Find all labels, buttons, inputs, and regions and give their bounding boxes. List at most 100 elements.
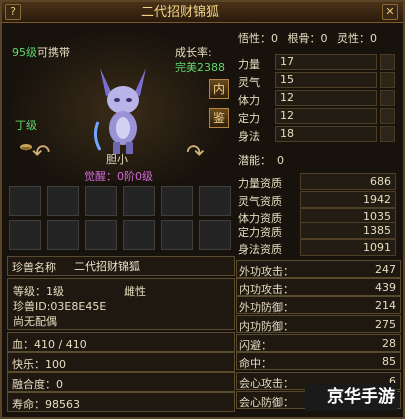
combat-stat-value: 85 [382,355,396,368]
combat-stat-label: 闪避： [239,339,272,352]
potential-row: 潜能： 0 [238,152,284,168]
skill-slot[interactable] [9,220,41,250]
skill-slot[interactable] [85,220,117,250]
aptitude-label: 定力资质 [238,226,282,239]
awaken-level: 觉醒：0阶0级 [84,170,153,183]
gengu-value: 根骨：0 [287,32,328,45]
base-attr-row: 灵气 15 [238,72,398,89]
attr-value: 12 [275,90,377,106]
combat-stat-row: 命中： 85 [236,352,401,370]
aptitude-value: 686 [300,173,396,190]
lingxing-value: 灵性：0 [337,32,377,45]
pet-detail-window: ? 二代招财锦狐 ✕ 95级可携带 成长率: 完美2388 丁级 内 鉴 ↶ ↷… [0,0,405,419]
hp-row: 血：410 / 410 [7,332,235,352]
skill-slot-grid [9,186,237,252]
combat-stat-label: 外功防御： [239,301,294,314]
combat-stat-value: 275 [375,318,396,331]
skill-slot[interactable] [161,220,193,250]
attr-label: 定力 [238,112,260,125]
add-point-button[interactable] [380,90,395,106]
rotate-right-icon[interactable]: ↷ [186,143,208,165]
help-button[interactable]: ? [5,4,21,20]
fusion-row: 融合度：0 [7,372,235,392]
pet-spouse: 尚无配偶 [13,315,57,328]
potential-label: 潜能： [238,154,271,167]
hp-value: 血：410 / 410 [12,338,87,351]
attr-value: 15 [275,72,377,88]
pet-model-image [93,68,146,154]
attr-label: 力量 [238,58,260,71]
attr-label: 身法 [238,130,260,143]
aptitude-label: 力量资质 [238,177,282,190]
combat-stat-row: 内功攻击： 439 [236,278,401,296]
life-row: 寿命：98563 [7,392,235,412]
pet-name-row: 珍兽名称 二代招财锦狐 [7,256,235,276]
growth-label: 成长率: [175,46,212,59]
potential-value: 0 [277,154,284,167]
top-attributes: 悟性：0 根骨：0 灵性：0 [238,30,383,46]
skill-slot[interactable] [199,186,231,216]
pet-level-carry: 95级可携带 [12,44,70,60]
combat-stat-value: 28 [382,337,396,350]
bowl-icon [20,144,32,151]
skill-slot[interactable] [199,220,231,250]
site-watermark: 京华手游 [305,383,397,411]
inherit-button[interactable]: 内 [209,79,229,99]
skill-slot[interactable] [47,220,79,250]
base-attr-row: 体力 12 [238,90,398,107]
skill-slot[interactable] [161,186,193,216]
carry-label: 可携带 [37,46,70,59]
skill-slot[interactable] [85,186,117,216]
aptitude-row: 力量资质 686 [238,173,396,191]
base-attr-row: 力量 17 [238,54,398,71]
pet-grade: 丁级 [15,119,37,132]
skill-slot[interactable] [9,186,41,216]
pet-nickname: 胆小 [106,153,128,166]
aptitude-label: 身法资质 [238,243,282,256]
add-point-button[interactable] [380,108,395,124]
combat-stat-label: 内功防御： [239,320,294,333]
base-attr-row: 身法 18 [238,126,398,143]
close-button[interactable]: ✕ [382,4,398,20]
add-point-button[interactable] [380,72,395,88]
skill-slot[interactable] [123,220,155,250]
fusion-value: 融合度：0 [12,378,63,391]
aptitude-row: 身法资质 1091 [238,239,396,257]
window-title: 二代招财锦狐 [140,5,219,20]
pet-name-field[interactable]: 二代招财锦狐 [74,258,229,274]
combat-stat-value: 247 [375,263,396,276]
base-attr-row: 定力 12 [238,108,398,125]
combat-stat-label: 命中： [239,357,272,370]
aptitude-value: 1385 [300,222,396,239]
attr-value: 12 [275,108,377,124]
life-value: 寿命：98563 [12,398,80,411]
combat-stat-label: 外功攻击： [239,265,294,278]
attr-value: 18 [275,126,377,142]
combat-stat-row: 外功攻击： 247 [236,260,401,278]
wuxing-value: 悟性：0 [238,32,278,45]
combat-stat-row: 内功防御： 275 [236,315,401,333]
aptitude-label: 灵气资质 [238,195,282,208]
pet-name-label: 珍兽名称 [12,261,56,274]
growth-value: 完美2388 [175,61,225,74]
appraise-button[interactable]: 鉴 [209,108,229,128]
pet-id: 珍兽ID:03E8E45E [13,300,107,313]
title-bar: ? 二代招财锦狐 ✕ [2,2,403,23]
combat-stat-label: 会心攻击： [239,377,294,390]
aptitude-value: 1091 [300,239,396,256]
combat-stat-value: 439 [375,281,396,294]
happy-value: 快乐：100 [12,358,66,371]
combat-stat-label: 会心防御： [239,396,294,409]
skill-slot[interactable] [47,186,79,216]
add-point-button[interactable] [380,126,395,142]
skill-slot[interactable] [123,186,155,216]
combat-stat-row: 外功防御： 214 [236,296,401,314]
rotate-left-icon[interactable]: ↶ [32,143,54,165]
add-point-button[interactable] [380,54,395,70]
pet-carry-level: 95级 [12,46,37,59]
aptitude-value: 1942 [300,191,396,208]
pet-info-box: 等级：1级 雌性 珍兽ID:03E8E45E 尚无配偶 [7,278,235,330]
combat-stat-value: 214 [375,299,396,312]
combat-stat-row: 闪避： 28 [236,334,401,352]
pet-gender: 雌性 [124,285,146,298]
